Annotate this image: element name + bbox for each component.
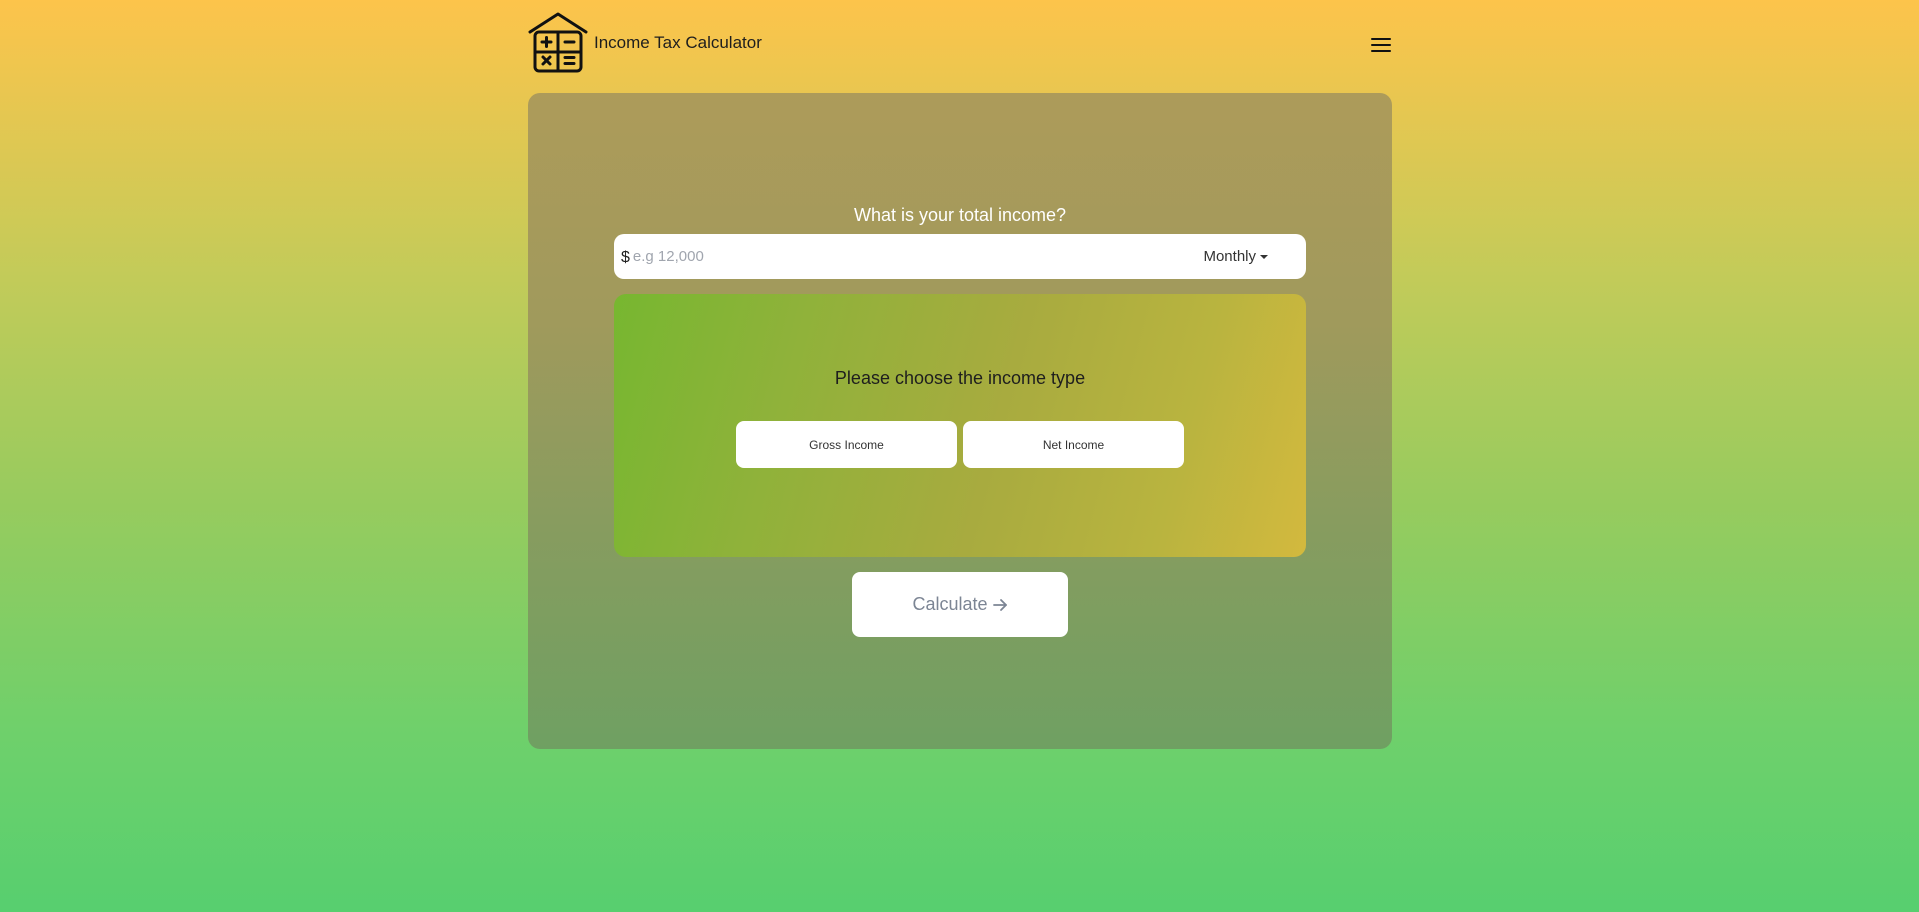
income-type-panel: Please choose the income type Gross Inco… xyxy=(614,294,1306,557)
period-dropdown[interactable]: Monthly xyxy=(1203,248,1268,265)
income-type-prompt: Please choose the income type xyxy=(834,368,1086,388)
calculate-label: Calculate xyxy=(912,594,988,614)
house-calculator-icon[interactable] xyxy=(528,12,588,74)
caret-down-icon xyxy=(1260,254,1268,259)
gross-income-button[interactable]: Gross Income xyxy=(736,421,957,468)
income-question: What is your total income? xyxy=(853,205,1067,225)
calculator-card: What is your total income? $ Monthly Ple… xyxy=(528,93,1392,749)
calculate-button[interactable]: Calculate xyxy=(852,572,1068,637)
income-amount-input[interactable] xyxy=(629,234,1204,279)
income-input-group: $ Monthly xyxy=(614,234,1306,279)
app-title: Income Tax Calculator xyxy=(594,33,762,52)
hamburger-menu-icon[interactable] xyxy=(1370,36,1392,54)
arrow-right-icon xyxy=(992,599,1007,611)
period-selected-label: Monthly xyxy=(1203,248,1256,265)
currency-symbol: $ xyxy=(621,248,630,266)
site-header: Income Tax Calculator xyxy=(528,12,1392,74)
net-income-button[interactable]: Net Income xyxy=(963,421,1184,468)
